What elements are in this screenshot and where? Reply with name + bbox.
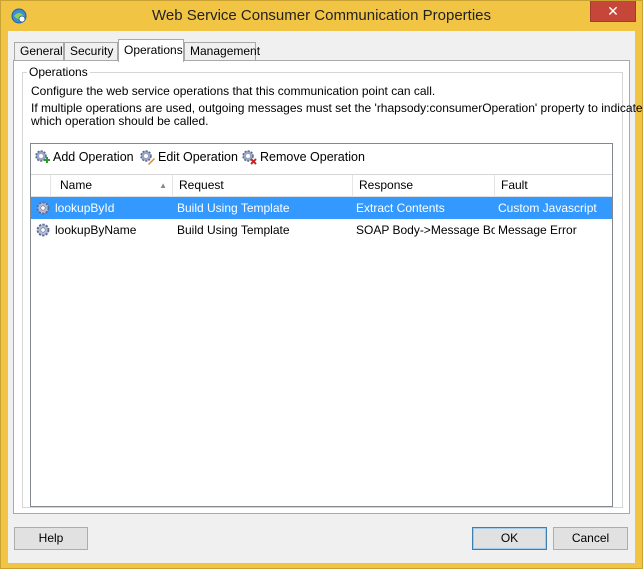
add-operation-button[interactable]: Add Operation (34, 147, 134, 167)
cell-response: Extract Contents (356, 201, 445, 215)
description-line-3: which operation should be called. (31, 114, 209, 128)
gear-icon (36, 223, 50, 237)
header-fault[interactable]: Fault (495, 175, 612, 197)
cell-request: Build Using Template (177, 201, 290, 215)
remove-operation-button[interactable]: Remove Operation (241, 147, 365, 167)
header-icon-column[interactable] (31, 175, 51, 197)
remove-operation-label: Remove Operation (260, 150, 365, 164)
operations-toolbar: Add Operation Edit Operation Remove Oper… (31, 144, 612, 171)
header-name[interactable]: Name ▲ (51, 175, 173, 197)
help-button[interactable]: Help (14, 527, 88, 550)
group-label: Operations (27, 65, 90, 79)
tab-security[interactable]: Security (64, 42, 118, 61)
edit-operation-button[interactable]: Edit Operation (139, 147, 238, 167)
cell-name: lookupByName (55, 223, 137, 237)
tab-management[interactable]: Management (184, 42, 260, 61)
header-request[interactable]: Request (173, 175, 353, 197)
dialog-client-area: General Security Operations Management O… (8, 31, 643, 563)
cell-fault: Custom Javascript (498, 201, 597, 215)
table-header: Name ▲ Request Response Fault (31, 175, 612, 197)
operations-groupbox: Operations Configure the web service ope… (22, 65, 643, 508)
ok-button[interactable]: OK (472, 527, 547, 550)
header-response[interactable]: Response (353, 175, 495, 197)
cell-response: SOAP Body->Message Body (356, 223, 495, 237)
cell-fault: Message Error (498, 223, 577, 237)
operations-table: Name ▲ Request Response Fault lookupById… (31, 174, 612, 506)
gear-remove-icon (242, 150, 257, 165)
add-operation-label: Add Operation (53, 150, 134, 164)
title-bar[interactable]: Web Service Consumer Communication Prope… (1, 1, 642, 31)
table-row[interactable]: lookupById Build Using Template Extract … (31, 197, 612, 219)
cell-name: lookupById (55, 201, 115, 215)
header-name-label: Name (60, 178, 93, 192)
cancel-button[interactable]: Cancel (553, 527, 628, 550)
sort-ascending-icon: ▲ (159, 181, 167, 190)
operations-list-frame: Add Operation Edit Operation Remove Oper… (30, 143, 613, 507)
window-title: Web Service Consumer Communication Prope… (151, 7, 492, 24)
gear-add-icon (35, 150, 50, 163)
gear-edit-icon (140, 150, 155, 165)
operations-tab-panel: Operations Configure the web service ope… (13, 60, 643, 514)
dialog-window: Web Service Consumer Communication Prope… (0, 0, 643, 569)
tab-general[interactable]: General (14, 42, 64, 61)
edit-operation-label: Edit Operation (158, 150, 238, 164)
tab-operations[interactable]: Operations (118, 39, 184, 62)
close-button[interactable]: ✕ (590, 1, 636, 22)
description-line-2: If multiple operations are used, outgoin… (31, 101, 643, 115)
gear-icon (36, 201, 50, 215)
table-row[interactable]: lookupByName Build Using Template SOAP B… (31, 219, 612, 241)
cell-request: Build Using Template (177, 223, 290, 237)
description-line-1: Configure the web service operations tha… (31, 84, 436, 98)
